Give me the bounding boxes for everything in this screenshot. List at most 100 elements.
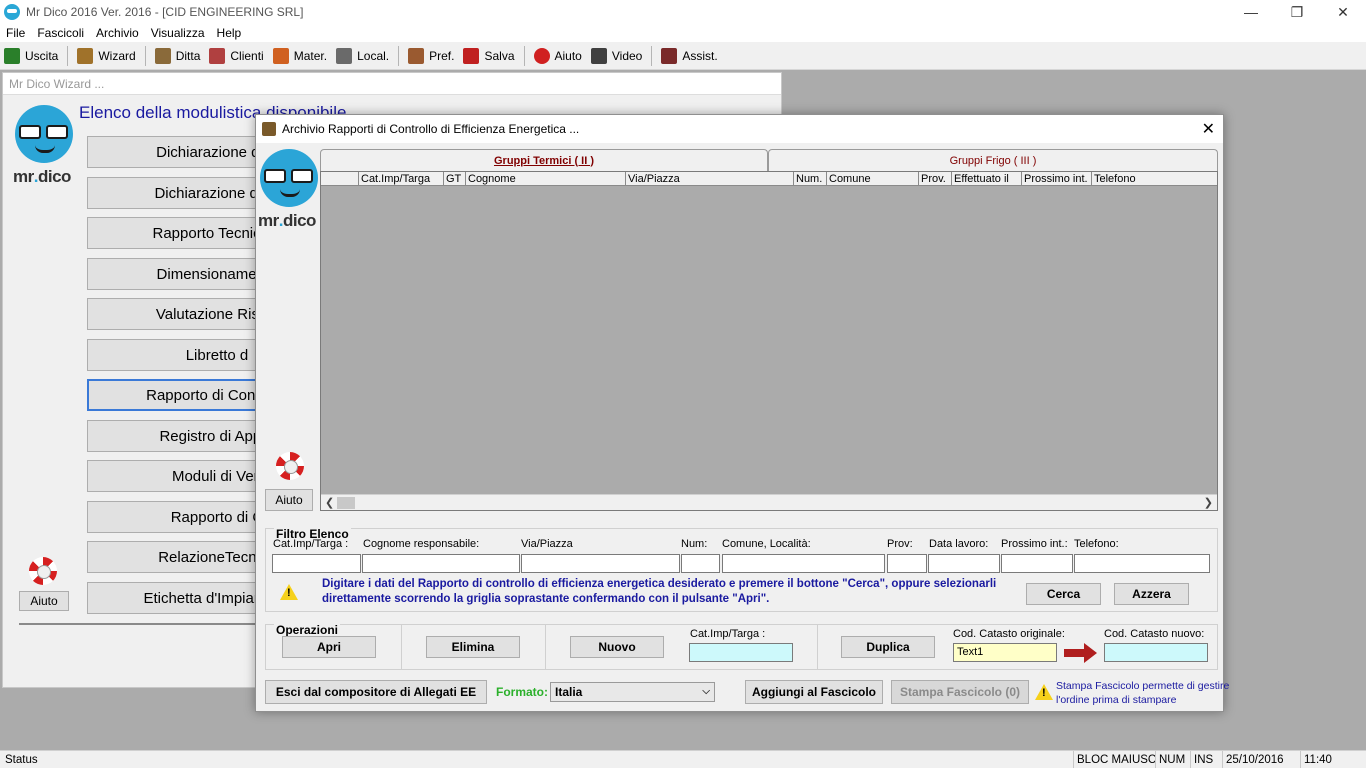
warning-icon [280, 584, 298, 600]
filter-phone-input[interactable] [1074, 554, 1210, 573]
toolbar-wizard-button[interactable]: Wizard [77, 47, 136, 64]
grid-header: Cat.Imp/Targa GT Cognome Via/Piazza Num.… [321, 172, 1217, 186]
toolbar-local-button[interactable]: Local. [336, 47, 390, 64]
logo-mouth [35, 145, 55, 153]
plate-input[interactable] [689, 643, 793, 662]
toolbar-separator [523, 45, 525, 66]
toolbar-pref-button[interactable]: Pref. [408, 47, 454, 64]
toolbar-video-button[interactable]: Video [590, 47, 643, 64]
status-ins: INS [1190, 751, 1216, 768]
filter-plate-input[interactable] [272, 554, 361, 573]
menu-archivio[interactable]: Archivio [96, 26, 139, 40]
exit-composer-button[interactable]: Esci dal compositore di Allegati EE [265, 680, 487, 704]
grid-header-cell[interactable]: GT [443, 172, 465, 186]
tab-gruppi-termici[interactable]: Gruppi Termici ( II ) [320, 149, 768, 171]
reset-button[interactable]: Azzera [1114, 583, 1189, 605]
minimize-button[interactable]: — [1228, 0, 1274, 24]
toolbar-label: Assist. [682, 48, 718, 63]
dialog-close-icon[interactable]: ✕ [1202, 119, 1215, 139]
toolbar-label: Clienti [230, 48, 264, 63]
scroll-right-icon[interactable]: ❯ [1204, 495, 1213, 511]
add-to-dossier-button[interactable]: Aggiungi al Fascicolo [745, 680, 883, 704]
grid-header-cell[interactable]: Effettuato il [951, 172, 1021, 186]
toolbar-assist-button[interactable]: Assist. [661, 47, 718, 64]
print-note-line1: Stampa Fascicolo permette di gestire [1056, 680, 1230, 692]
filter-label-city: Comune, Località: [722, 538, 811, 550]
help-icon [533, 47, 550, 64]
new-button[interactable]: Nuovo [570, 636, 664, 658]
logo-text: mr.dico [258, 211, 316, 231]
grid-header-cell[interactable]: Comune [826, 172, 918, 186]
grid-horizontal-scrollbar[interactable]: ❮ ❯ [321, 494, 1217, 510]
filter-city-input[interactable] [722, 554, 885, 573]
grid-header-cell[interactable]: Prossimo int. [1021, 172, 1091, 186]
menu-help[interactable]: Help [217, 26, 242, 40]
filter-street-input[interactable] [521, 554, 680, 573]
status-caps: BLOC MAIUSC [1073, 751, 1159, 768]
scroll-thumb[interactable] [337, 497, 355, 509]
open-button[interactable]: Apri [282, 636, 376, 658]
toolbar-mater-button[interactable]: Mater. [272, 47, 328, 64]
logo-glass [291, 169, 313, 183]
grid-header-cell [321, 172, 358, 186]
search-button[interactable]: Cerca [1026, 583, 1101, 605]
toolbar-salva-button[interactable]: Salva [463, 47, 515, 64]
grid-header-cell[interactable]: Cognome [465, 172, 625, 186]
archive-dialog: Archivio Rapporti di Controllo di Effici… [255, 114, 1229, 712]
toolbar-separator [67, 45, 69, 66]
toolbar-uscita-button[interactable]: Uscita [4, 47, 58, 64]
grid-header-cell[interactable]: Telefono [1091, 172, 1219, 186]
logo-glass [264, 169, 286, 183]
dialog-title: Archivio Rapporti di Controllo di Effici… [282, 122, 580, 136]
filter-hint-line2: direttamente scorrendo la griglia sopras… [322, 593, 770, 605]
delete-button[interactable]: Elimina [426, 636, 520, 658]
filter-prov-input[interactable] [887, 554, 927, 573]
filter-label-prov: Prov: [887, 538, 913, 550]
toolbar-aiuto-button[interactable]: Aiuto [533, 47, 582, 64]
app-icon [4, 4, 20, 20]
records-grid[interactable]: Cat.Imp/Targa GT Cognome Via/Piazza Num.… [320, 171, 1218, 511]
company-icon [154, 47, 171, 64]
filter-next-input[interactable] [1001, 554, 1073, 573]
toolbar-label: Video [611, 48, 643, 63]
status-date: 25/10/2016 [1222, 751, 1287, 768]
logo-text-part: dico [37, 167, 71, 186]
toolbar-ditta-button[interactable]: Ditta [154, 47, 200, 64]
lifebuoy-icon [29, 557, 57, 585]
grid-header-cell[interactable]: Via/Piazza [625, 172, 793, 186]
filter-surname-input[interactable] [362, 554, 520, 573]
grid-header-cell[interactable]: Cat.Imp/Targa [358, 172, 443, 186]
menu-visualizza[interactable]: Visualizza [151, 26, 205, 40]
toolbar-clienti-button[interactable]: Clienti [209, 47, 264, 64]
operations-group: Operazioni Apri Elimina Nuovo Cat.Imp/Ta… [265, 623, 1218, 670]
toolbar-label: Mater. [293, 48, 328, 63]
plate-label: Cat.Imp/Targa : [690, 628, 766, 640]
menu-file[interactable]: File [6, 26, 25, 40]
print-note-line2: l'ordine prima di stampare [1056, 694, 1177, 706]
dialog-title-bar: Archivio Rapporti di Controllo di Effici… [256, 115, 1223, 143]
toolbar: Uscita Wizard Ditta Clienti Mater. Local… [0, 42, 1366, 70]
filter-label-date: Data lavoro: [929, 538, 989, 550]
grid-header-cell[interactable]: Num. [793, 172, 826, 186]
mrdico-logo: mr.dico [258, 149, 320, 239]
orig-cadastre-input[interactable]: Text1 [953, 643, 1057, 662]
toolbar-separator [144, 45, 146, 66]
dialog-help-button[interactable]: Aiuto [265, 489, 313, 511]
scroll-left-icon[interactable]: ❮ [325, 495, 334, 511]
format-select[interactable]: Italia ⌵ [550, 682, 715, 702]
menu-fascicoli[interactable]: Fascicoli [37, 26, 84, 40]
filter-date-input[interactable] [928, 554, 1000, 573]
grid-header-cell[interactable]: Prov. [918, 172, 951, 186]
wizard-help-button[interactable]: Aiuto [19, 591, 69, 611]
duplicate-button[interactable]: Duplica [841, 636, 935, 658]
toolbar-label: Local. [357, 48, 390, 63]
filter-num-input[interactable] [681, 554, 720, 573]
format-label: Formato: [496, 685, 548, 699]
tab-gruppi-frigo[interactable]: Gruppi Frigo ( III ) [768, 149, 1218, 171]
logo-glass [19, 125, 41, 139]
close-button[interactable]: ✕ [1320, 0, 1366, 24]
title-bar: Mr Dico 2016 Ver. 2016 - [CID ENGINEERIN… [0, 0, 1366, 24]
new-cadastre-input[interactable] [1104, 643, 1208, 662]
logo-face [15, 105, 73, 163]
restore-button[interactable]: ❐ [1274, 0, 1320, 24]
